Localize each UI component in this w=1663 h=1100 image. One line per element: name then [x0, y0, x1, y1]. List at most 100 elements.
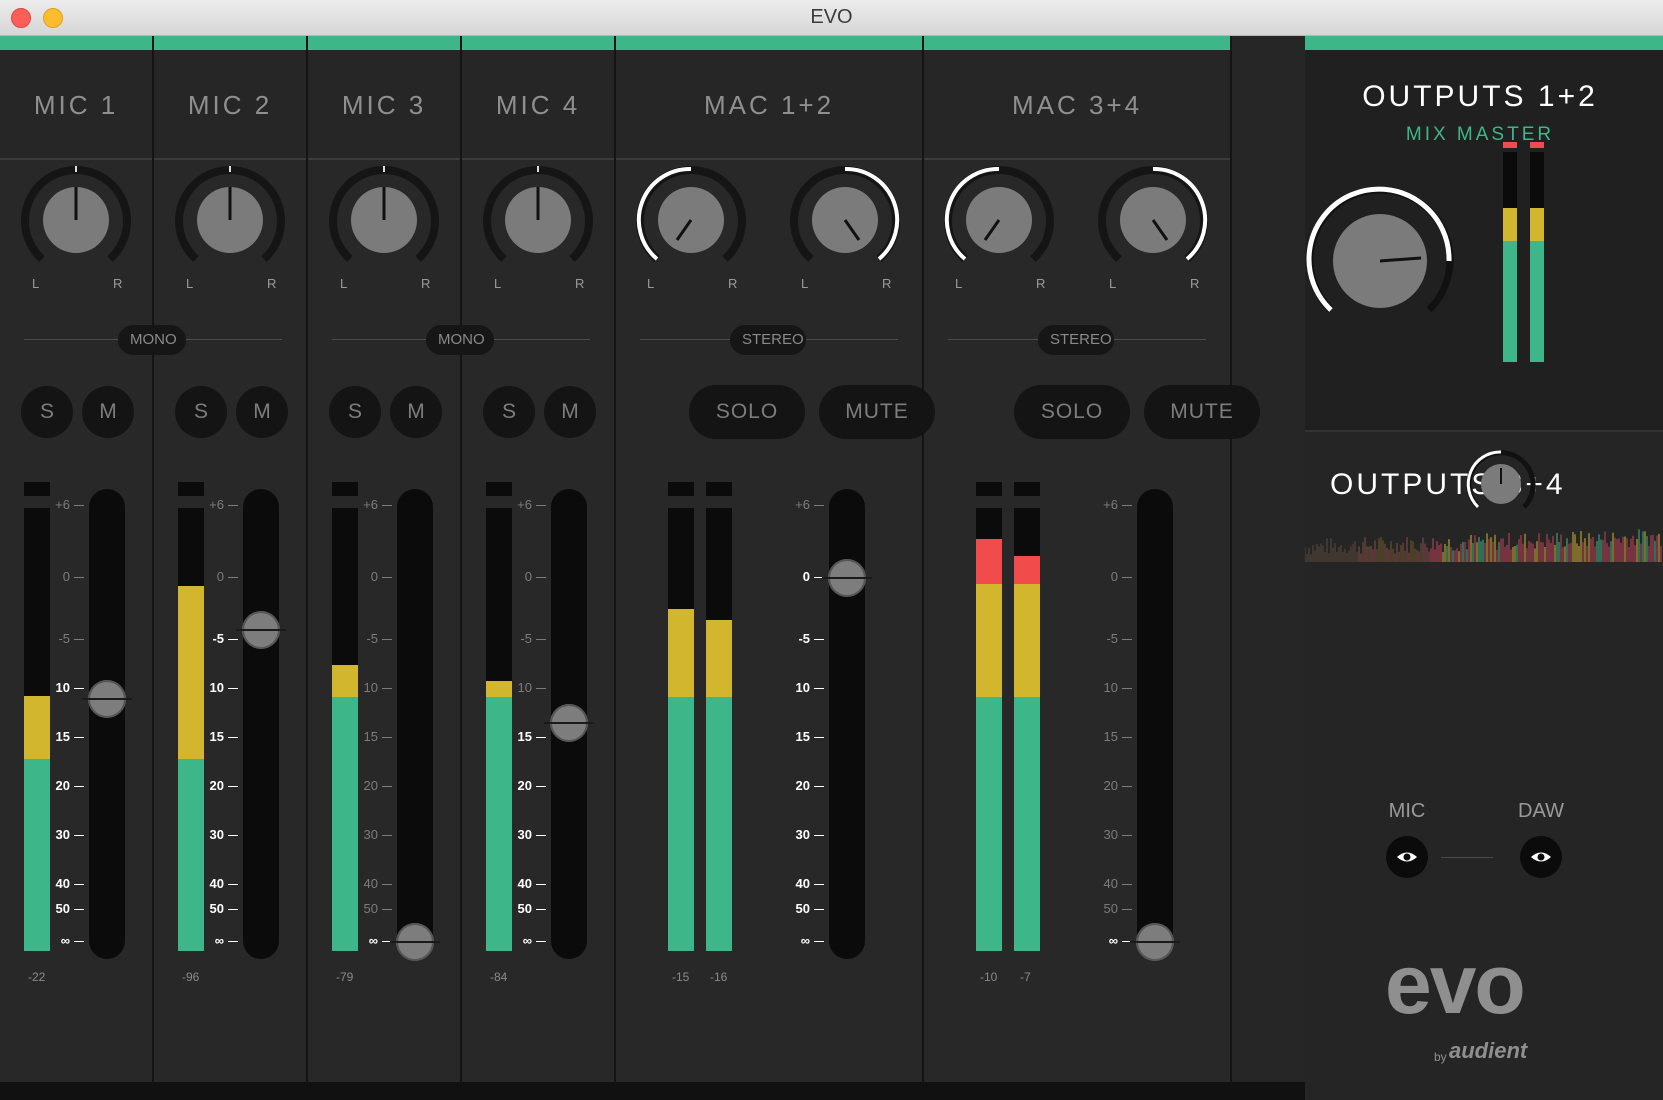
fader-handle[interactable]	[822, 559, 872, 597]
fader-scale-tick: 15	[500, 729, 546, 745]
view-link-line	[1441, 857, 1493, 858]
mute-button[interactable]: M	[390, 386, 442, 438]
pan-right-label: R	[575, 276, 585, 291]
clip-indicator[interactable]	[668, 482, 694, 496]
fader-handle[interactable]	[1130, 923, 1180, 961]
mono-link-toggle[interactable]: MONO	[426, 325, 494, 355]
fader-scale-label: ∞	[522, 933, 532, 948]
solo-button[interactable]: S	[329, 386, 381, 438]
peak-readout: -15	[672, 970, 690, 984]
app-window: EVO MIC 1 MIC 2 MIC 3 MIC 4 MAC 1+2 MAC …	[0, 0, 1663, 1100]
fader-track[interactable]	[1137, 489, 1173, 959]
fader-scale-label: 15	[363, 729, 378, 744]
fader-scale-tick: -5	[346, 631, 392, 647]
pan-knob-right[interactable]	[790, 165, 900, 275]
mute-button[interactable]: MUTE	[819, 385, 935, 439]
channel-name: MIC 2	[154, 50, 306, 160]
fader-scale-label: +6	[209, 497, 224, 512]
fader-scale-tick: +6	[38, 497, 84, 513]
fader-handle[interactable]	[82, 680, 132, 718]
fader-scale-label: 20	[795, 778, 810, 793]
pan-knob[interactable]	[329, 165, 439, 275]
clip-indicator[interactable]	[332, 482, 358, 496]
fader-scale-label: 30	[55, 827, 70, 842]
clip-indicator[interactable]	[1014, 482, 1040, 496]
fader-scale-tick: 30	[346, 827, 392, 843]
peak-readout: -10	[980, 970, 998, 984]
fader-scale-label: 40	[517, 876, 532, 891]
peak-readout: -7	[1020, 970, 1031, 984]
fader-scale-tick: 40	[38, 876, 84, 892]
clip-indicator[interactable]	[486, 482, 512, 496]
fader-scale-tick: 10	[1086, 680, 1132, 696]
pan-left-label: L	[801, 276, 809, 291]
fader-scale-tick: 0	[1086, 569, 1132, 585]
pan-knob[interactable]	[175, 165, 285, 275]
mono-link-toggle[interactable]: MONO	[118, 325, 186, 355]
view-mic-toggle[interactable]	[1386, 836, 1428, 878]
fader-handle[interactable]	[544, 704, 594, 742]
pan-knob-right[interactable]	[1098, 165, 1208, 275]
fader-scale-tick: 20	[500, 778, 546, 794]
view-daw-toggle[interactable]	[1520, 836, 1562, 878]
solo-button[interactable]: S	[175, 386, 227, 438]
fader-scale-label: 10	[55, 680, 70, 695]
peak-readout: -22	[28, 970, 46, 984]
fader-scale-label: 0	[216, 569, 224, 584]
solo-button[interactable]: S	[21, 386, 73, 438]
fader-scale-label: 10	[795, 680, 810, 695]
fader-scale-label: 15	[55, 729, 70, 744]
channel-name: MIC 1	[0, 50, 152, 160]
fader-scale-label: +6	[517, 497, 532, 512]
clip-indicator[interactable]	[178, 482, 204, 496]
mute-button[interactable]: M	[544, 386, 596, 438]
solo-button[interactable]: SOLO	[689, 385, 805, 439]
mute-button[interactable]: M	[236, 386, 288, 438]
evo-logo: evo	[1385, 937, 1526, 1031]
fader-scale-label: 20	[1103, 778, 1118, 793]
peak-readout: -16	[710, 970, 728, 984]
solo-button[interactable]: S	[483, 386, 535, 438]
fader-handle[interactable]	[236, 611, 286, 649]
fader-scale-tick: ∞	[1086, 933, 1132, 949]
master-meter-left	[1503, 152, 1517, 362]
outputs-3-4-volume-knob[interactable]	[1465, 448, 1537, 520]
fader-scale-tick: +6	[1086, 497, 1132, 513]
fader-scale-tick: 15	[778, 729, 824, 745]
fader-scale-tick: 30	[192, 827, 238, 843]
fader-scale-label: +6	[1103, 497, 1118, 512]
fader-scale-label: 0	[370, 569, 378, 584]
clip-indicator[interactable]	[24, 482, 50, 496]
channel-name: MAC 1+2	[616, 50, 922, 160]
pan-knob[interactable]	[483, 165, 593, 275]
clip-indicator[interactable]	[976, 482, 1002, 496]
pan-knob-left[interactable]	[944, 165, 1054, 275]
pan-knob-left[interactable]	[636, 165, 746, 275]
stereo-link-toggle[interactable]: STEREO	[1038, 325, 1114, 355]
mute-button[interactable]: MUTE	[1144, 385, 1260, 439]
pan-right-label: R	[113, 276, 123, 291]
peak-readout: -79	[336, 970, 354, 984]
fader-scale-label: 40	[1103, 876, 1118, 891]
channel-color-bar	[924, 36, 1230, 50]
fader-scale-tick: +6	[778, 497, 824, 513]
fader-track[interactable]	[243, 489, 279, 959]
fader-scale-tick: 10	[346, 680, 392, 696]
pan-knob[interactable]	[21, 165, 131, 275]
pan-left-label: L	[186, 276, 194, 291]
mute-button[interactable]: M	[82, 386, 134, 438]
fader-track[interactable]	[397, 489, 433, 959]
fader-scale-label: 30	[517, 827, 532, 842]
clip-indicator[interactable]	[706, 482, 732, 496]
stereo-link-toggle[interactable]: STEREO	[730, 325, 806, 355]
fader-scale-label: ∞	[368, 933, 378, 948]
solo-button[interactable]: SOLO	[1014, 385, 1130, 439]
fader-handle[interactable]	[390, 923, 440, 961]
fader-track[interactable]	[89, 489, 125, 959]
fader-scale-label: ∞	[800, 933, 810, 948]
pan-left-label: L	[955, 276, 963, 291]
clip-indicator	[1530, 142, 1544, 148]
fader-scale-tick: 0	[778, 569, 824, 585]
master-volume-knob[interactable]	[1305, 186, 1455, 336]
pan-right-label: R	[1190, 276, 1200, 291]
